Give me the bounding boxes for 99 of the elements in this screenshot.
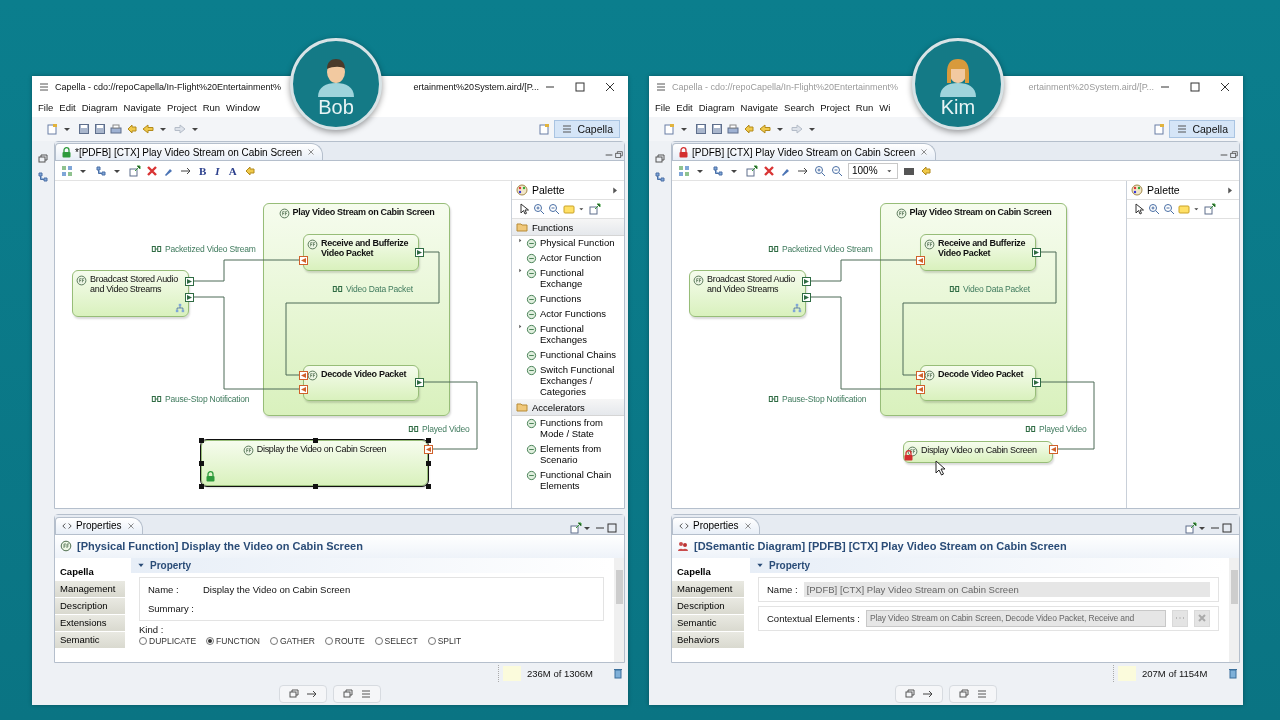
menu-item[interactable]: Navigate [123, 102, 162, 113]
side-tab[interactable]: Management [55, 580, 125, 597]
properties-title: [Physical Function] Display the Video on Cabin Screen [77, 540, 363, 553]
tab-label: [PDFB] [CTX] Play Video Stream on Cabin Screen [692, 146, 916, 158]
menu-item[interactable]: Project [820, 102, 850, 113]
view-tab[interactable]: Properties [672, 516, 760, 534]
palette-title: Palette [532, 184, 565, 196]
menu-item[interactable]: Search [784, 102, 815, 113]
exchange-label: Video Data Packet [963, 284, 1030, 294]
exchange-label: Pause-Stop Notification [782, 394, 867, 404]
side-tab[interactable]: Extensions [55, 614, 125, 631]
properties-title: [DSemantic Diagram] [PDFB] [CTX] Play Video Stream on Cabin Screen [694, 540, 1067, 553]
menu-item[interactable]: Wi [879, 102, 891, 113]
palette-title: Palette [1147, 184, 1180, 196]
menu-item[interactable]: Diagram [81, 102, 118, 113]
side-tab[interactable]: Semantic [55, 631, 125, 648]
memory-indicator: 236M of 1306M [498, 664, 609, 682]
section-title: Property [150, 559, 192, 571]
function-node[interactable]: Decode Video Packet [303, 365, 419, 401]
node-label: Broadcast Stored Audio and Video Streams [90, 275, 179, 295]
exchange-label: Packetized Video Stream [165, 244, 256, 254]
palette-section-header[interactable]: Functions [512, 219, 624, 236]
view-tab[interactable]: Properties [55, 516, 143, 534]
side-tab[interactable]: Management [672, 580, 744, 597]
side-tab[interactable]: Description [672, 597, 744, 614]
format-button[interactable]: B [197, 164, 209, 177]
node-label: Receive and Bufferize Video Packet [938, 239, 1027, 259]
user-name: Bob [318, 97, 354, 117]
function-node[interactable]: Display the Video on Cabin Screen [201, 440, 428, 486]
menu-item[interactable]: Run [855, 102, 874, 113]
radio-option[interactable]: SPLIT [427, 635, 462, 646]
field-label: Summary : [148, 602, 194, 614]
palette-item[interactable]: Actor Function [512, 251, 624, 266]
function-node[interactable]: Decode Video Packet [920, 365, 1036, 401]
tab-label: *[PDFB] [CTX] Play Video Stream on Cabin Screen [75, 146, 303, 158]
radio-option[interactable]: ROUTE [324, 635, 365, 646]
menu-item[interactable]: File [655, 102, 671, 113]
function-node[interactable]: Display Video on Cabin Screen [903, 441, 1053, 463]
zoom-field[interactable]: 100% [848, 162, 898, 179]
window-title: Capella - cdo://repoCapella/In-Flight%20Entertainment% [672, 82, 899, 92]
node-label: Broadcast Stored Audio and Video Streams [707, 275, 796, 295]
palette-item[interactable]: Switch Functional Exchanges / Categories [512, 362, 624, 400]
palette-item[interactable]: Functions from Mode / State [512, 416, 624, 443]
exchange-label: Pause-Stop Notification [165, 394, 250, 404]
side-tab[interactable]: Behaviors [672, 631, 744, 648]
exchange-label: Played Video [1039, 424, 1087, 434]
menu-item[interactable]: Window [226, 102, 260, 113]
radio-option[interactable]: SELECT [374, 635, 418, 646]
perspective-button[interactable]: Capella [1169, 120, 1235, 138]
editor-tab[interactable]: *[PDFB] [CTX] Play Video Stream on Cabin Screen [55, 143, 324, 160]
node-label: Decode Video Packet [938, 370, 1024, 380]
radio-option[interactable]: FUNCTION [206, 635, 260, 646]
function-node[interactable]: Broadcast Stored Audio and Video Streams [72, 270, 189, 317]
section-title: Property [769, 559, 811, 571]
radio-option[interactable]: GATHER [270, 635, 315, 646]
field-label: Kind : [139, 623, 165, 635]
node-label: Display Video on Cabin Screen [921, 446, 1037, 456]
palette-item[interactable]: Functional Chain Elements [512, 468, 624, 494]
window-title: Capella - cdo://repoCapella/In-Flight%20Entertainment% [55, 82, 282, 92]
palette-item[interactable]: Actor Functions [512, 306, 624, 322]
format-button[interactable]: I [213, 164, 222, 177]
side-tab[interactable]: Semantic [672, 614, 744, 631]
exchange-label: Packetized Video Stream [782, 244, 873, 254]
function-node[interactable]: Broadcast Stored Audio and Video Streams [689, 270, 806, 317]
node-label: Play Video Stream on Cabin Screen [909, 208, 1052, 218]
menu-item[interactable]: Edit [59, 102, 76, 113]
radio-option[interactable]: DUPLICATE [139, 635, 197, 646]
node-label: Decode Video Packet [321, 370, 407, 380]
exchange-label: Video Data Packet [346, 284, 413, 294]
field-label: Contextual Elements : [767, 612, 860, 624]
window-title: ertainment%20System.aird/[P... [1028, 82, 1154, 92]
menu-item[interactable]: File [38, 102, 54, 113]
palette-section-header[interactable]: Accelerators [512, 399, 624, 417]
menu-item[interactable]: Edit [676, 102, 693, 113]
menu-item[interactable]: Navigate [740, 102, 779, 113]
palette-item[interactable]: Functions [512, 291, 624, 307]
format-button[interactable]: A [226, 164, 239, 177]
palette-item[interactable]: Elements from Scenario [512, 442, 624, 469]
palette-item[interactable]: Functional Exchanges [512, 321, 624, 348]
function-node[interactable]: Receive and Bufferize Video Packet [920, 234, 1036, 271]
node-label: Display the Video on Cabin Screen [256, 445, 387, 455]
palette-item[interactable]: Functional Exchange [512, 266, 624, 292]
field-label: Name : [148, 583, 180, 595]
node-label: Play Video Stream on Cabin Screen [292, 208, 435, 218]
editor-tab[interactable]: [PDFB] [CTX] Play Video Stream on Cabin Screen [672, 143, 937, 160]
memory-indicator: 207M of 1154M [1113, 664, 1224, 682]
palette-item[interactable]: Physical Function [512, 236, 624, 251]
node-label: Receive and Bufferize Video Packet [321, 239, 410, 259]
user-name: Kim [940, 97, 976, 117]
function-node[interactable]: Receive and Bufferize Video Packet [303, 234, 419, 271]
menu-item[interactable]: Run [202, 102, 221, 113]
side-tab[interactable]: Description [55, 597, 125, 614]
perspective-button[interactable]: Capella [554, 120, 620, 138]
exchange-label: Played Video [422, 424, 470, 434]
window-title: ertainment%20System.aird/[P... [413, 82, 539, 92]
menu-item[interactable]: Diagram [698, 102, 735, 113]
field-label: Name : [767, 583, 798, 595]
palette-item[interactable]: Functional Chains [512, 347, 624, 363]
menu-item[interactable]: Project [167, 102, 197, 113]
